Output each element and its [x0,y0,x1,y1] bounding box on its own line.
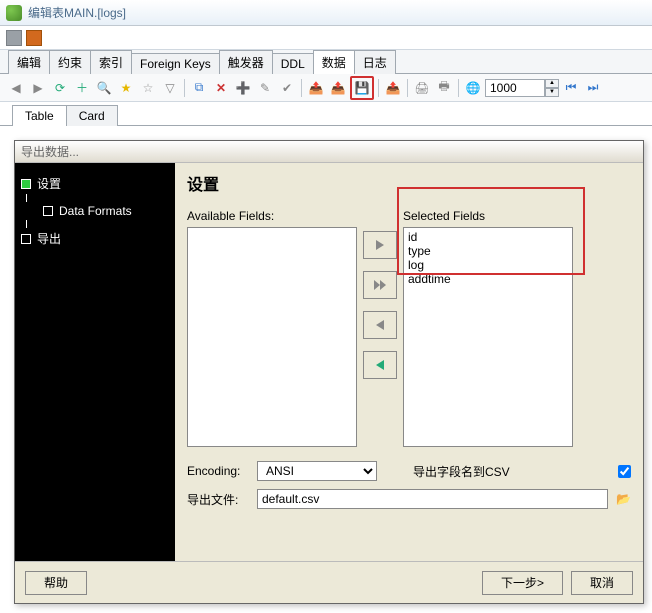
search-icon[interactable]: 🔍 [94,78,114,98]
spin-up-icon[interactable]: ▲ [545,79,559,88]
dialog-footer: 帮助 下一步> 取消 [15,561,643,603]
tab-0[interactable]: 编辑 [8,50,50,74]
tab-6[interactable]: 数据 [313,50,355,74]
next-button[interactable]: 下一步> [482,571,563,595]
export-dialog: 导出数据... 设置 Data Formats 导出 设置 Available Fi… [14,140,644,604]
separator [407,79,408,97]
print-icon[interactable]: 🖶 [434,78,454,98]
export-fieldnames-checkbox[interactable] [618,465,631,478]
tab-7[interactable]: 日志 [354,50,396,74]
tree-label: 设置 [37,175,61,192]
list-item[interactable]: type [406,244,570,258]
dialog-title: 导出数据... [21,143,79,160]
export2-icon[interactable]: 📤 [383,78,403,98]
move-all-left-button[interactable] [363,351,397,379]
star-icon[interactable]: ★ [116,78,136,98]
content-heading: 设置 [187,171,631,195]
page-size-spinner[interactable]: ▲ ▼ [485,79,559,97]
separator [378,79,379,97]
list-item[interactable]: addtime [406,272,570,286]
list-item[interactable]: log [406,258,570,272]
tool-stop-icon[interactable] [6,30,22,46]
nav-fwd-icon[interactable]: ▶ [28,78,48,98]
tab-4[interactable]: 触发器 [219,50,273,74]
tree-box-icon [43,206,53,216]
tree-item-2[interactable]: 导出 [21,228,169,249]
encoding-label: Encoding: [187,464,249,478]
print-preview-icon[interactable]: 🖨 [412,78,432,98]
delete-icon[interactable]: ✕ [211,78,231,98]
icon-toolbar: ◀ ▶ ⟳ ＋ 🔍 ★ ☆ ▽ ⧉ ✕ ➕ ✎ ✔ 📤 📤 💾 📤 🖨 🖶 🌐 … [0,74,652,102]
spin-down-icon[interactable]: ▼ [545,88,559,97]
available-label: Available Fields: [187,209,357,223]
page-size-input[interactable] [485,79,545,97]
tree-label: 导出 [37,230,61,247]
dialog-content: 设置 Available Fields: Selected Fields idt… [175,163,643,561]
filter-icon[interactable]: ▽ [160,78,180,98]
tree-box-icon [21,179,31,189]
dialog-titlebar: 导出数据... [15,141,643,163]
app-icon [6,5,22,21]
tab-3[interactable]: Foreign Keys [131,53,220,74]
app-toolbar [0,26,652,50]
selected-col: Selected Fields idtypelogaddtime [403,209,573,447]
selected-listbox[interactable]: idtypelogaddtime [403,227,573,447]
nav-last-icon[interactable]: ⏭ [583,78,603,98]
tree-label: Data Formats [59,204,132,218]
separator [184,79,185,97]
spinner-buttons: ▲ ▼ [545,79,559,97]
dialog-body: 设置 Data Formats 导出 设置 Available Fields: Se… [15,163,643,561]
help-button[interactable]: 帮助 [25,571,87,595]
copy-icon[interactable]: ⧉ [189,78,209,98]
commit-icon[interactable]: ✔ [277,78,297,98]
star-off-icon[interactable]: ☆ [138,78,158,98]
bottom-form: Encoding: ANSI 导出字段名到CSV 导出文件: 📂 [187,461,631,509]
available-col: Available Fields: [187,209,357,447]
refresh-icon[interactable]: ⟳ [50,78,70,98]
edit-icon[interactable]: ✎ [255,78,275,98]
tree-item-0[interactable]: 设置 [21,173,169,194]
subtab-table[interactable]: Table [12,105,67,126]
add-icon[interactable]: ＋ [72,78,92,98]
window-title: 编辑表MAIN.[logs] [28,4,126,21]
nav-first-icon[interactable]: ⏮ [561,78,581,98]
file-row: 导出文件: 📂 [187,489,631,509]
separator [458,79,459,97]
tab-5[interactable]: DDL [272,53,314,74]
import-icon[interactable]: 📤 [306,78,326,98]
nav-tree: 设置 Data Formats 导出 [15,163,175,561]
move-right-button[interactable] [363,231,397,259]
available-listbox[interactable] [187,227,357,447]
browse-icon[interactable]: 📂 [616,492,631,506]
encoding-select[interactable]: ANSI [257,461,377,481]
move-all-right-button[interactable] [363,271,397,299]
main-tabbar: 编辑约束索引Foreign Keys触发器DDL数据日志 [0,50,652,74]
encoding-row: Encoding: ANSI 导出字段名到CSV [187,461,631,481]
window-titlebar: 编辑表MAIN.[logs] [0,0,652,26]
tab-1[interactable]: 约束 [49,50,91,74]
move-buttons [363,231,397,447]
web-icon[interactable]: 🌐 [463,78,483,98]
list-item[interactable]: id [406,230,570,244]
export-icon[interactable]: 📤 [328,78,348,98]
sub-tabbar: TableCard [0,102,652,126]
move-left-button[interactable] [363,311,397,339]
selected-label: Selected Fields [403,209,573,223]
subtab-card[interactable]: Card [66,105,118,126]
nav-back-icon[interactable]: ◀ [6,78,26,98]
tool-power-icon[interactable] [26,30,42,46]
fields-area: Available Fields: Selected Fields idtype… [187,209,631,447]
tab-2[interactable]: 索引 [90,50,132,74]
separator [301,79,302,97]
export-fieldnames-label: 导出字段名到CSV [413,463,510,480]
tree-item-1[interactable]: Data Formats [21,202,169,220]
tree-box-icon [21,234,31,244]
file-input[interactable] [257,489,608,509]
add-record-icon[interactable]: ➕ [233,78,253,98]
cancel-button[interactable]: 取消 [571,571,633,595]
file-label: 导出文件: [187,491,249,508]
save-icon[interactable]: 💾 [350,76,374,100]
